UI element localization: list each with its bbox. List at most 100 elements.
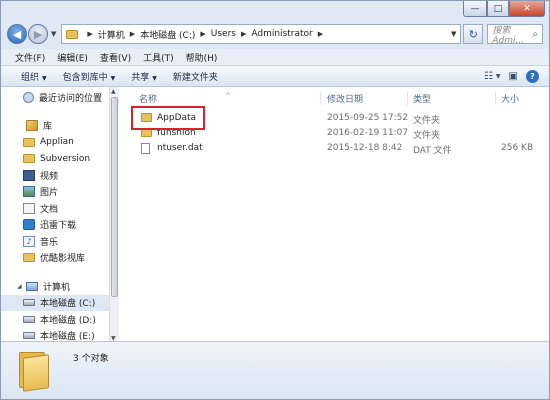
nav-item-label: 库 bbox=[43, 122, 53, 133]
search-input[interactable]: 搜索 Admi... ⌕ bbox=[487, 24, 543, 46]
nav-item-label: 音乐 bbox=[40, 237, 59, 248]
menu-bar: 文件(F) 编辑(E) 查看(V) 工具(T) 帮助(H) bbox=[1, 49, 549, 65]
navigation-tree: 最近访问的位置 库 Applian Subversion 视频 图片 文档 迅雷… bbox=[1, 87, 109, 343]
nav-item-label: Applian bbox=[40, 137, 74, 148]
music-icon: ♪ bbox=[23, 235, 35, 247]
chevron-down-icon: ▼ bbox=[152, 74, 157, 82]
nav-item-drive-d[interactable]: 本地磁盘 (D:) bbox=[1, 311, 109, 328]
address-history-dropdown-icon[interactable]: ▼ bbox=[451, 30, 456, 38]
column-divider[interactable] bbox=[495, 91, 496, 105]
view-options-icon[interactable]: ☷ bbox=[484, 71, 493, 82]
column-header-modified[interactable]: 修改日期 bbox=[327, 92, 363, 105]
chevron-right-icon[interactable]: ▶ bbox=[318, 30, 323, 38]
column-header-name[interactable]: 名称 bbox=[139, 92, 157, 105]
download-icon bbox=[23, 219, 35, 231]
nav-item-label: 最近访问的位置 bbox=[39, 93, 103, 104]
help-icon[interactable]: ? bbox=[526, 69, 539, 83]
nav-item-label: 迅雷下载 bbox=[40, 221, 77, 232]
include-in-library-button[interactable]: 包含到库中 ▼ bbox=[55, 70, 124, 83]
explorer-window: — □ ✕ ◀ ▶ ▼ ▶ 计算机 ▶ 本地磁盘 (C:) ▶ Users ▶ … bbox=[0, 0, 550, 400]
command-bar: 组织 ▼ 包含到库中 ▼ 共享 ▼ 新建文件夹 ☷ ▼ ▣ ? bbox=[1, 65, 549, 87]
file-type: DAT 文件 bbox=[413, 146, 452, 156]
nav-item-youku-library[interactable]: 优酷影视库 bbox=[1, 250, 109, 267]
maximize-button[interactable]: □ bbox=[487, 1, 509, 17]
nav-item-applian[interactable]: Applian bbox=[1, 134, 109, 151]
file-type: 文件夹 bbox=[413, 131, 441, 141]
refresh-button[interactable]: ↻ bbox=[463, 24, 484, 44]
navigation-pane: 最近访问的位置 库 Applian Subversion 视频 图片 文档 迅雷… bbox=[1, 87, 119, 343]
folder-large-icon bbox=[19, 352, 49, 392]
column-divider[interactable] bbox=[320, 91, 321, 105]
nav-item-label: Subversion bbox=[40, 153, 91, 164]
recent-pages-dropdown-icon[interactable]: ▼ bbox=[51, 30, 56, 38]
nav-item-recent[interactable]: 最近访问的位置 bbox=[1, 89, 109, 106]
menu-help[interactable]: 帮助(H) bbox=[180, 51, 224, 64]
file-size: 256 KB bbox=[501, 143, 534, 153]
organize-button[interactable]: 组织 ▼ bbox=[13, 70, 55, 83]
caption-buttons: — □ ✕ bbox=[463, 1, 545, 17]
chevron-down-icon: ▼ bbox=[42, 74, 47, 82]
breadcrumb-administrator[interactable]: Administrator bbox=[251, 29, 312, 39]
address-bar[interactable]: ▶ 计算机 ▶ 本地磁盘 (C:) ▶ Users ▶ Administrato… bbox=[61, 24, 462, 44]
item-count: 3 个对象 bbox=[73, 354, 109, 364]
nav-item-label: 本地磁盘 (C:) bbox=[40, 299, 96, 310]
new-folder-button[interactable]: 新建文件夹 bbox=[165, 70, 226, 83]
recent-places-icon bbox=[23, 91, 34, 103]
back-button[interactable]: ◀ bbox=[7, 24, 27, 44]
back-arrow-icon: ◀ bbox=[12, 27, 22, 41]
share-button[interactable]: 共享 ▼ bbox=[123, 70, 165, 83]
scroll-up-icon[interactable]: ▲ bbox=[111, 88, 116, 95]
nav-item-documents[interactable]: 文档 bbox=[1, 200, 109, 217]
expand-arrow-icon[interactable]: ◢ bbox=[17, 283, 23, 290]
breadcrumb-drive-c[interactable]: 本地磁盘 (C:) bbox=[140, 28, 195, 41]
folder-icon bbox=[23, 137, 35, 147]
nav-item-subversion[interactable]: Subversion bbox=[1, 151, 109, 168]
nav-item-label: 文档 bbox=[40, 204, 59, 215]
search-icon[interactable]: ⌕ bbox=[532, 29, 538, 40]
breadcrumb-users[interactable]: Users bbox=[211, 29, 236, 39]
navigation-scrollbar[interactable]: ▲ ▼ bbox=[109, 87, 119, 343]
nav-item-pictures[interactable]: 图片 bbox=[1, 184, 109, 201]
forward-button[interactable]: ▶ bbox=[28, 24, 48, 44]
file-modified: 2016-02-19 11:07 bbox=[327, 128, 409, 138]
nav-item-music[interactable]: ♪ 音乐 bbox=[1, 233, 109, 250]
column-header-type[interactable]: 类型 bbox=[413, 92, 431, 105]
column-divider[interactable] bbox=[407, 91, 408, 105]
breadcrumb-computer[interactable]: 计算机 bbox=[98, 28, 125, 41]
chevron-right-icon[interactable]: ▶ bbox=[200, 30, 205, 38]
nav-item-label: 视频 bbox=[40, 171, 59, 182]
menu-edit[interactable]: 编辑(E) bbox=[51, 51, 94, 64]
nav-item-computer[interactable]: ◢ 计算机 bbox=[1, 278, 109, 295]
minimize-button[interactable]: — bbox=[463, 1, 487, 17]
file-modified: 2015-12-18 8:42 bbox=[327, 143, 403, 153]
column-header-size[interactable]: 大小 bbox=[501, 92, 519, 105]
menu-view[interactable]: 查看(V) bbox=[94, 51, 137, 64]
view-controls: ☷ ▼ ▣ ? bbox=[476, 69, 549, 83]
nav-item-label: 计算机 bbox=[43, 282, 71, 293]
folder-icon bbox=[23, 154, 35, 164]
library-icon bbox=[26, 120, 38, 132]
forward-arrow-icon: ▶ bbox=[33, 27, 43, 41]
file-row-ntuser-dat[interactable]: ntuser.dat 2015-12-18 8:42 DAT 文件 256 KB bbox=[125, 141, 549, 156]
chevron-right-icon[interactable]: ▶ bbox=[130, 30, 135, 38]
nav-item-thunder-downloads[interactable]: 迅雷下载 bbox=[1, 217, 109, 234]
menu-file[interactable]: 文件(F) bbox=[9, 51, 51, 64]
file-modified: 2015-09-25 17:52 bbox=[327, 113, 409, 123]
nav-item-drive-c[interactable]: 本地磁盘 (C:) bbox=[1, 294, 109, 311]
chevron-right-icon[interactable]: ▶ bbox=[241, 30, 246, 38]
menu-tools[interactable]: 工具(T) bbox=[137, 51, 180, 64]
drive-icon bbox=[23, 299, 35, 307]
scrollbar-thumb[interactable] bbox=[111, 97, 118, 297]
close-button[interactable]: ✕ bbox=[509, 1, 545, 17]
folder-icon bbox=[66, 29, 79, 39]
computer-icon bbox=[26, 281, 38, 291]
nav-item-label: 优酷影视库 bbox=[40, 254, 86, 265]
chevron-down-icon[interactable]: ▼ bbox=[496, 73, 501, 80]
share-label: 共享 bbox=[131, 72, 150, 83]
document-icon bbox=[23, 202, 35, 214]
nav-item-libraries[interactable]: 库 bbox=[1, 118, 109, 135]
chevron-right-icon[interactable]: ▶ bbox=[87, 30, 92, 38]
nav-item-videos[interactable]: 视频 bbox=[1, 167, 109, 184]
preview-pane-icon[interactable]: ▣ bbox=[509, 71, 518, 82]
highlight-box bbox=[131, 106, 205, 130]
